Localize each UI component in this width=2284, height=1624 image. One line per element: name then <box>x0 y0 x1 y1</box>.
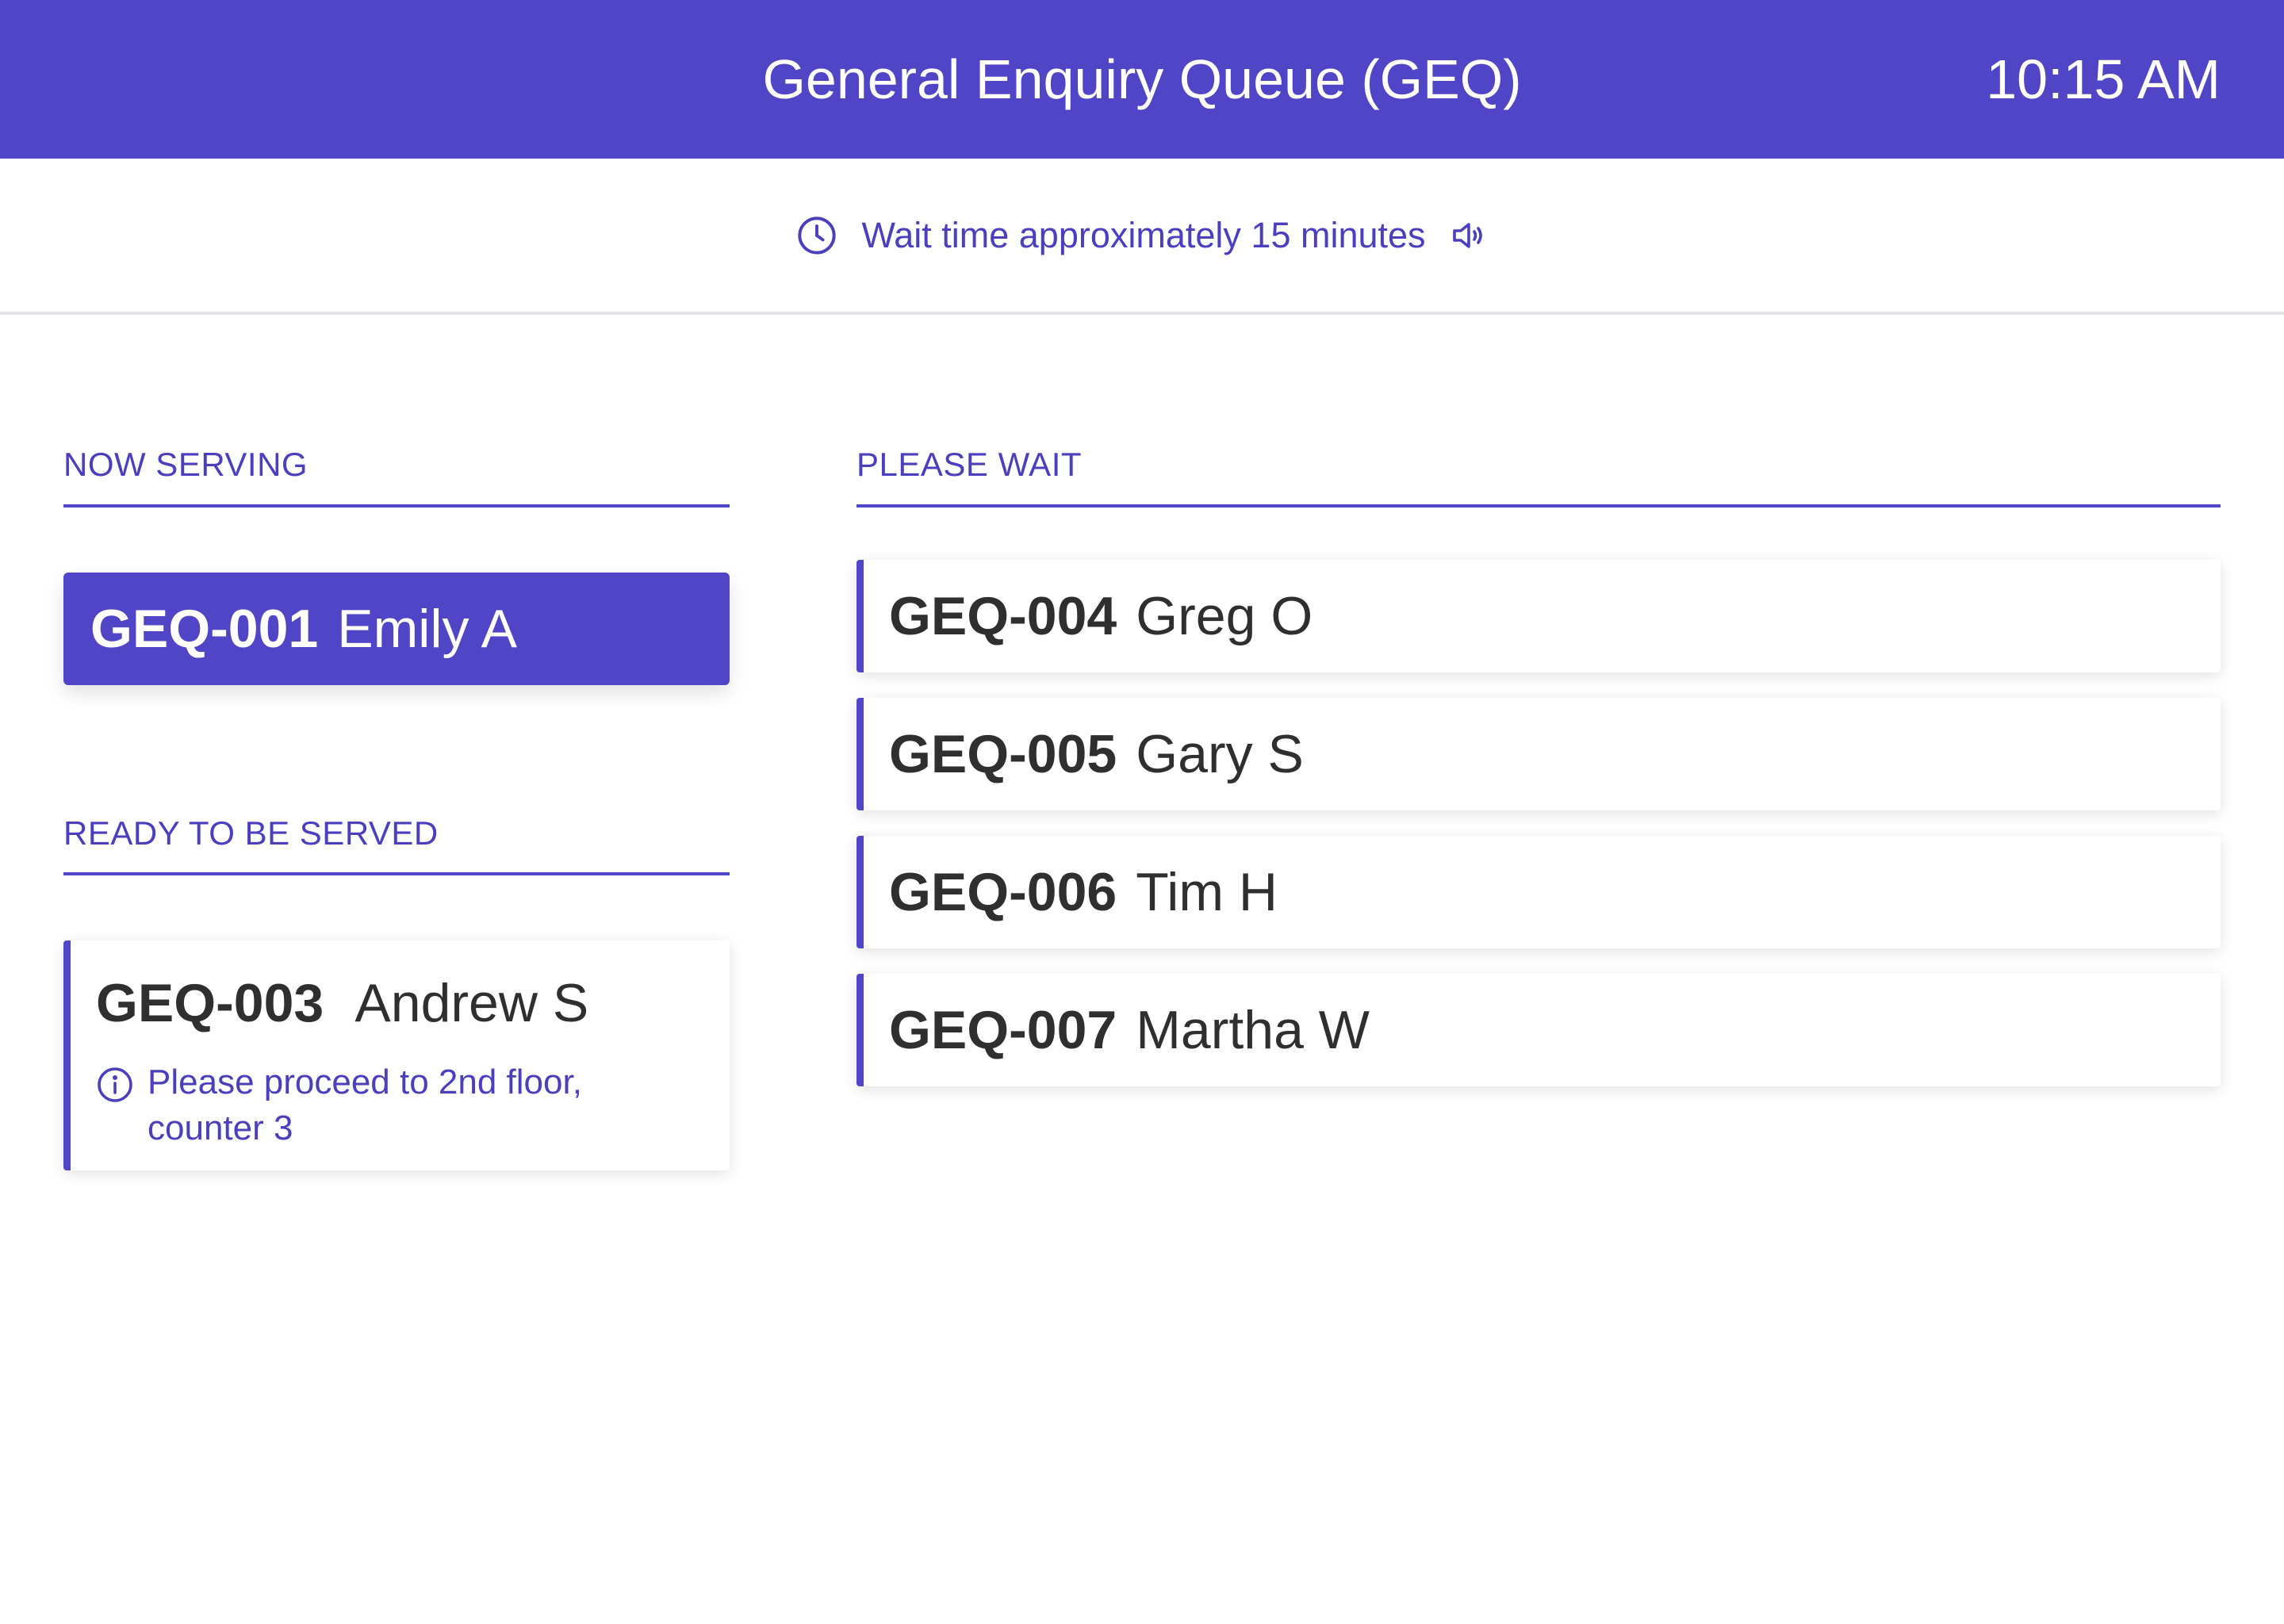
now-serving-heading: NOW SERVING <box>63 446 308 483</box>
waiting-ticket: GEQ-007 Martha W <box>856 974 2221 1086</box>
clock-icon <box>796 215 837 256</box>
waiting-ticket: GEQ-005 Gary S <box>856 698 2221 810</box>
ticket-code: GEQ-001 <box>90 599 319 659</box>
ticket-code: GEQ-004 <box>889 586 1117 646</box>
please-wait-heading: PLEASE WAIT <box>856 446 1083 483</box>
waiting-ticket: GEQ-006 Tim H <box>856 836 2221 948</box>
ready-ticket: GEQ-003 Andrew S Please proceed to 2nd f… <box>63 940 730 1170</box>
ticket-name: Emily A <box>337 599 517 659</box>
ticket-name: Greg O <box>1136 586 1313 646</box>
now-serving-divider <box>63 504 730 508</box>
speaker-icon[interactable] <box>1450 216 1488 255</box>
info-icon <box>96 1066 134 1104</box>
now-serving-ticket: GEQ-001 Emily A <box>63 573 730 685</box>
ticket-code: GEQ-006 <box>889 862 1117 922</box>
ticket-code: GEQ-005 <box>889 724 1117 784</box>
please-wait-divider <box>856 504 2221 508</box>
ready-divider <box>63 872 730 875</box>
waiting-ticket: GEQ-004 Greg O <box>856 560 2221 672</box>
ready-ticket-title: GEQ-003 Andrew S <box>96 972 588 1034</box>
header-bar: General Enquiry Queue (GEQ) 10:15 AM <box>0 0 2284 159</box>
queue-title: General Enquiry Queue (GEQ) <box>762 48 1522 110</box>
wait-time-bar: Wait time approximately 15 minutes <box>0 159 2284 315</box>
ticket-name: Gary S <box>1136 724 1304 784</box>
ticket-code: GEQ-003 <box>96 973 324 1033</box>
ticket-code: GEQ-007 <box>889 1000 1117 1060</box>
ready-heading: READY TO BE SERVED <box>63 814 439 852</box>
current-time: 10:15 AM <box>1986 48 2221 110</box>
ticket-name: Andrew S <box>354 973 589 1033</box>
ticket-name: Tim H <box>1136 862 1278 922</box>
ticket-name: Martha W <box>1136 1000 1370 1060</box>
ready-instructions: Please proceed to 2nd floor, counter 3 <box>148 1063 582 1147</box>
wait-time-text: Wait time approximately 15 minutes <box>861 214 1426 255</box>
